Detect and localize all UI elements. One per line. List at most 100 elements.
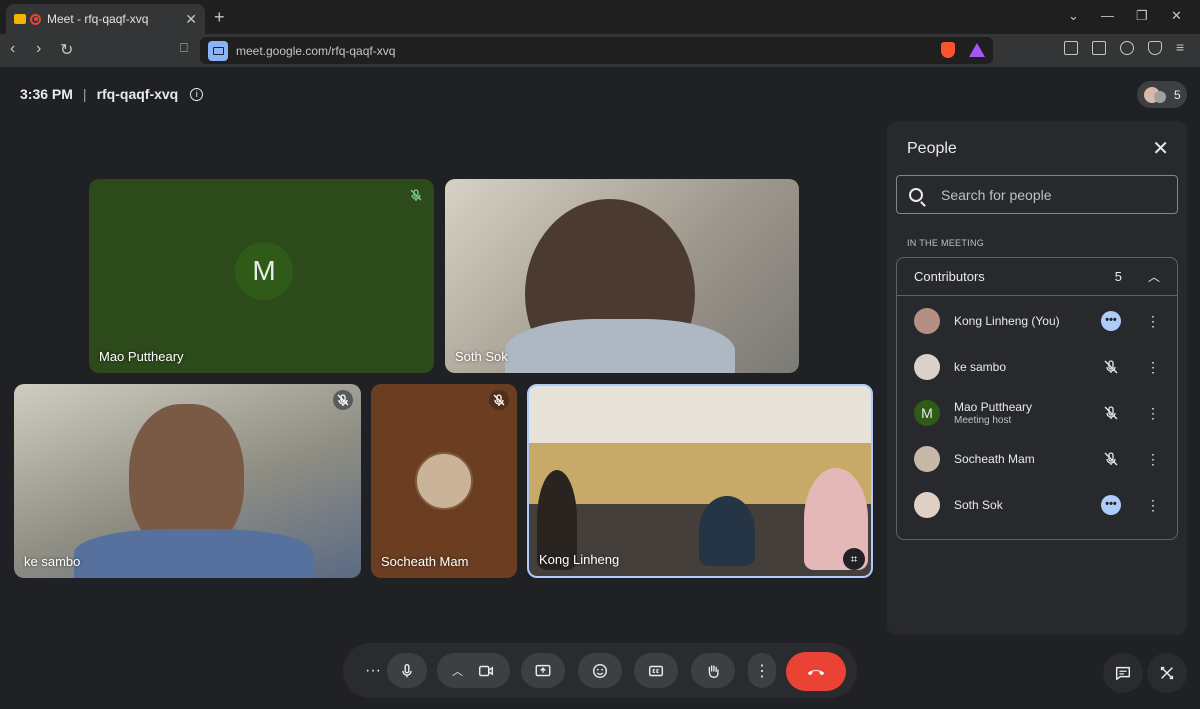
search-field[interactable] (896, 175, 1178, 214)
participant-shirt (74, 529, 314, 578)
participant-count: 5 (1174, 87, 1181, 102)
mic-off-icon (489, 390, 509, 410)
tile-name: Kong Linheng (539, 552, 620, 567)
address-bar[interactable]: meet.google.com/rfq-qaqf-xvq (200, 37, 993, 64)
group-label: Contributors (914, 269, 985, 284)
browser-tab-bar: Meet - rfq-qaqf-xvq ✕ + ⌄ — ❐ ✕ (0, 0, 1200, 34)
meet-favicon-icon (14, 14, 26, 24)
list-item: M Mao Puttheary Meeting host ⋮ (897, 390, 1177, 436)
speaking-indicator-icon: ••• (1101, 311, 1121, 331)
contributors-group: Contributors 5 ︿ Kong Linheng (You) ••• … (896, 257, 1178, 540)
more-options-icon[interactable]: ⋮ (1143, 497, 1163, 514)
bookmark-icon[interactable]: ⎕ (180, 40, 188, 56)
group-count: 5 (1114, 269, 1122, 284)
forward-icon[interactable]: › (36, 40, 41, 58)
meeting-code: rfq-qaqf-xvq (96, 86, 179, 102)
restore-icon[interactable]: ❐ (1136, 8, 1148, 24)
member-role: Meeting host (954, 415, 1012, 426)
video-tile-socheath-mam[interactable]: Socheath Mam (371, 384, 517, 578)
activities-button[interactable] (1147, 653, 1187, 693)
tools-icon (1160, 666, 1174, 680)
microphone-button[interactable] (387, 653, 427, 688)
people-panel: People ✕ IN THE MEETING Contributors 5 ︿… (887, 121, 1187, 635)
member-name: Soth Sok (954, 498, 1003, 512)
chat-button[interactable] (1103, 653, 1143, 693)
close-tab-icon[interactable]: ✕ (185, 11, 197, 28)
contributors-header[interactable]: Contributors 5 ︿ (897, 258, 1177, 296)
camera-icon (478, 665, 494, 676)
video-tile-mao-puttheary[interactable]: M Mao Puttheary (89, 179, 434, 373)
reactions-button[interactable] (578, 653, 622, 688)
chevron-up-icon[interactable]: ︿ (1148, 268, 1160, 285)
mic-off-icon[interactable] (1101, 449, 1121, 469)
close-window-icon[interactable]: ✕ (1171, 8, 1182, 24)
leave-call-button[interactable] (786, 652, 846, 691)
browser-tab[interactable]: Meet - rfq-qaqf-xvq ✕ (6, 4, 205, 34)
hand-icon (708, 664, 719, 678)
wallet-icon[interactable] (1092, 41, 1106, 55)
video-tile-soth-sok[interactable]: Soth Sok (445, 179, 799, 373)
video-tile-ke-sambo[interactable]: ke sambo (14, 384, 361, 578)
more-options-icon[interactable]: ⋮ (1143, 405, 1163, 422)
recording-icon (30, 13, 41, 25)
member-name: ke sambo (954, 360, 1007, 374)
header-divider: | (82, 86, 87, 102)
close-icon[interactable]: ✕ (1152, 136, 1169, 161)
list-item: ke sambo ⋮ (897, 344, 1177, 390)
avatar (415, 452, 473, 510)
mic-off-icon (333, 390, 353, 410)
end-call-icon (807, 669, 825, 675)
vpn-icon[interactable] (1148, 41, 1162, 55)
captions-icon (648, 665, 664, 676)
avatar: M (914, 400, 940, 426)
member-name: Socheath Mam (954, 452, 1035, 466)
brave-shields-icon[interactable] (941, 42, 955, 58)
tile-name: Socheath Mam (381, 554, 469, 569)
present-screen-icon (535, 664, 551, 676)
brave-rewards-icon[interactable] (969, 43, 985, 57)
member-name-text: Mao Puttheary (954, 400, 1033, 414)
menu-icon[interactable]: ≡ (1176, 40, 1190, 55)
participant-shirt (505, 319, 735, 373)
tab-search-icon[interactable]: ⌄ (1068, 8, 1079, 24)
more-options-icon[interactable]: ⋮ (1143, 451, 1163, 468)
member-name: Kong Linheng (You) (954, 314, 1060, 328)
more-options-icon[interactable]: ⋮ (1143, 359, 1163, 376)
avatar (1154, 91, 1166, 103)
avatar (914, 492, 940, 518)
site-icon (208, 40, 228, 61)
participant-video (699, 496, 755, 566)
reload-icon[interactable]: ↻ (60, 40, 73, 60)
tile-name: ke sambo (24, 554, 81, 569)
tile-name: Soth Sok (455, 349, 508, 364)
tile-name: Mao Puttheary (99, 349, 184, 364)
meeting-header: 3:36 PM | rfq-qaqf-xvq i (20, 86, 204, 102)
camera-button[interactable]: ︿ (437, 653, 510, 688)
meeting-time: 3:36 PM (20, 86, 73, 102)
minimize-icon[interactable]: — (1101, 8, 1114, 23)
info-icon[interactable]: i (190, 87, 204, 101)
crop-icon[interactable]: ⌗ (843, 548, 865, 570)
sidebar-icon[interactable] (1064, 41, 1078, 55)
participants-chip[interactable]: 5 (1137, 81, 1187, 108)
more-options-icon[interactable]: ⋮ (1143, 313, 1163, 330)
browser-toolbar: ‹ › ↻ ⎕ meet.google.com/rfq-qaqf-xvq ≡ (0, 34, 1200, 67)
chevron-up-icon[interactable]: ︿ (452, 663, 463, 679)
mic-off-icon[interactable] (1101, 403, 1121, 423)
list-item: Kong Linheng (You) ••• ⋮ (897, 298, 1177, 344)
avatar (914, 354, 940, 380)
new-tab-icon[interactable]: + (214, 7, 225, 28)
leo-ai-icon[interactable] (1120, 41, 1134, 55)
avatar: M (235, 242, 293, 300)
mic-off-icon[interactable] (1101, 357, 1121, 377)
raise-hand-button[interactable] (691, 653, 735, 688)
back-icon[interactable]: ‹ (10, 40, 15, 58)
search-icon (909, 187, 923, 202)
present-button[interactable] (521, 653, 565, 688)
more-options-button[interactable]: ⋮ (748, 653, 776, 688)
video-tile-kong-linheng[interactable]: Kong Linheng ⌗ (527, 384, 873, 578)
section-heading: IN THE MEETING (907, 238, 985, 248)
search-input[interactable] (941, 186, 1161, 203)
tab-title: Meet - rfq-qaqf-xvq (47, 12, 149, 26)
captions-button[interactable] (634, 653, 678, 688)
